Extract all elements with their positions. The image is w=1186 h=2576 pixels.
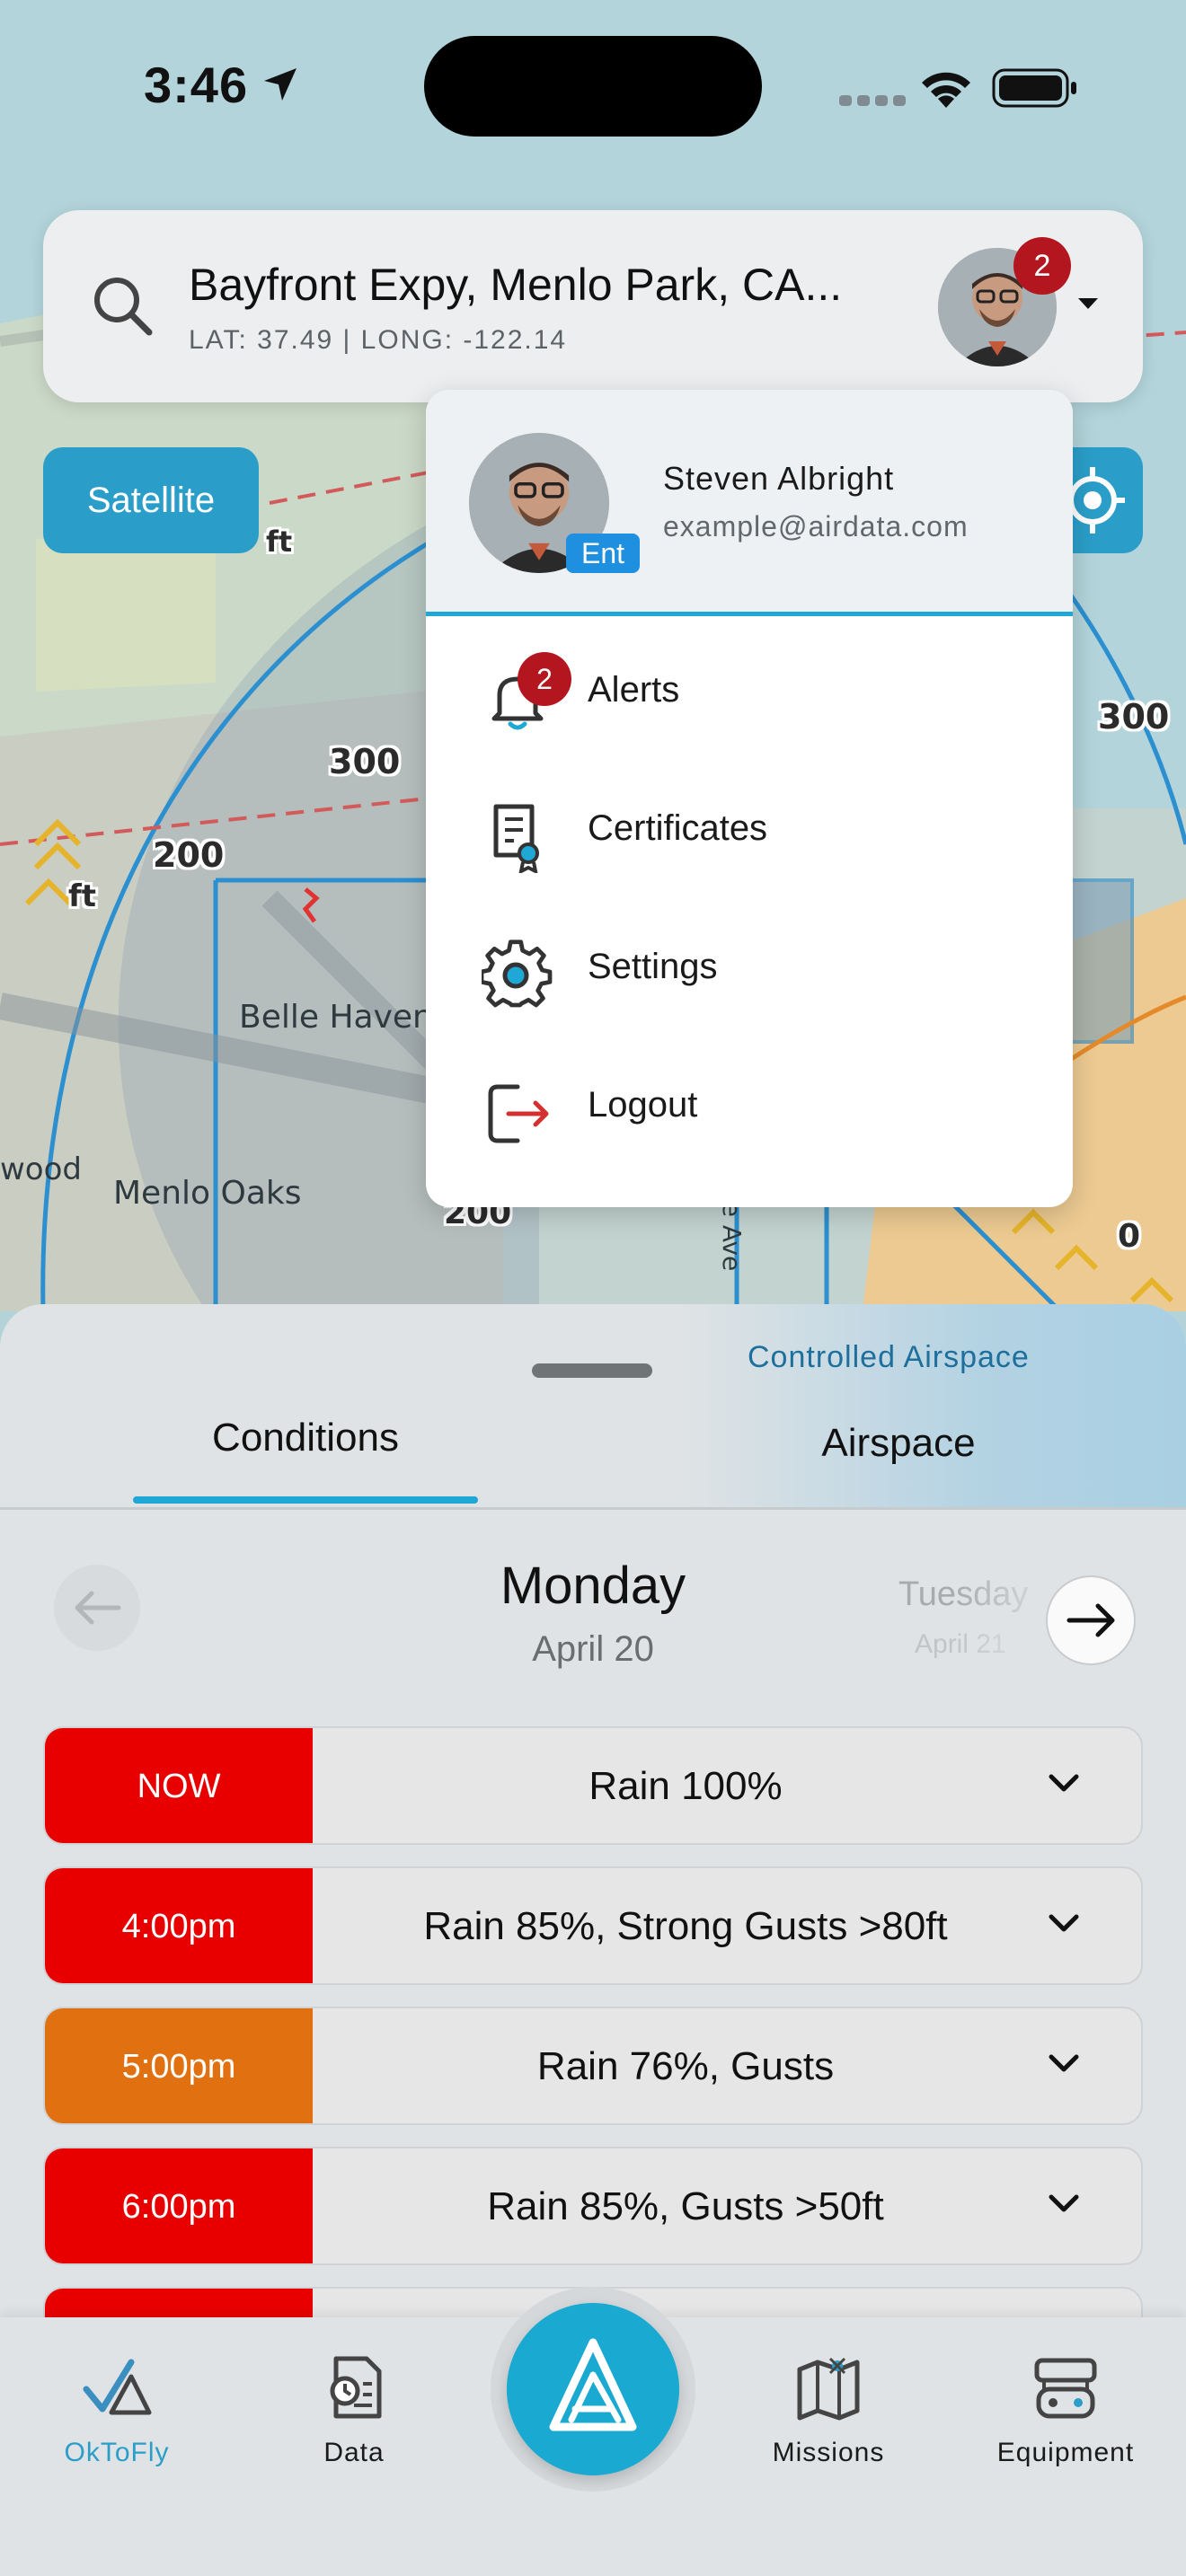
equipment-icon: [1034, 2358, 1097, 2419]
oktofly-icon: [83, 2359, 152, 2415]
altitude-label: 0: [1118, 1218, 1141, 1255]
next-day-button[interactable]: [1044, 1574, 1137, 1667]
location-arrow-icon: [264, 68, 296, 101]
condition-summary: Rain 100%: [589, 1764, 783, 1808]
missions-icon: [797, 2357, 860, 2421]
active-tab-indicator: [133, 1496, 478, 1504]
cellular-signal-icon: [839, 95, 906, 106]
nav-tab-missions[interactable]: Missions: [739, 2353, 918, 2488]
condition-row[interactable]: 5:00pm Rain 76%, Gusts: [43, 2007, 1143, 2125]
bottom-tab-bar: OkToFly Data Missions Equipment: [0, 2287, 1186, 2576]
map-street-label: e Ave: [717, 1201, 748, 1272]
nav-tab-label: OkToFly: [64, 2438, 170, 2467]
menu-item-label: Logout: [588, 1085, 698, 1125]
status-time: 3:46: [144, 57, 249, 113]
airspace-status-label: Controlled Airspace: [748, 1340, 1030, 1374]
condition-row[interactable]: 6:00pm Rain 85%, Gusts >50ft: [43, 2147, 1143, 2265]
previous-day-button[interactable]: [54, 1565, 140, 1651]
chevron-down-icon: [1049, 2054, 1079, 2072]
condition-row[interactable]: 4:00pm Rain 85%, Strong Gusts >80ft: [43, 1866, 1143, 1985]
chevron-down-icon: [1049, 2194, 1079, 2212]
dynamic-island: [424, 36, 762, 137]
nav-tab-label: Data: [323, 2438, 385, 2467]
alerts-count-badge: 2: [518, 652, 571, 706]
condition-summary: Rain 85%, Gusts >50ft: [487, 2184, 884, 2228]
nav-tab-data[interactable]: Data: [264, 2353, 444, 2488]
altitude-label: 300: [329, 742, 401, 781]
selected-day-name: Monday: [500, 1557, 686, 1615]
feet-label: ft: [266, 525, 293, 559]
selected-day-date: April 20: [532, 1629, 654, 1669]
chevron-down-icon: [1049, 1774, 1079, 1792]
airdata-logo-icon: [549, 2338, 637, 2431]
condition-time: 6:00pm: [45, 2148, 313, 2263]
condition-time: 5:00pm: [45, 2008, 313, 2123]
oktofly-action-button[interactable]: [507, 2303, 679, 2475]
sheet-drag-handle[interactable]: [532, 1363, 652, 1378]
satellite-toggle-button[interactable]: Satellite: [43, 447, 259, 553]
notification-count-badge: 2: [1013, 237, 1071, 295]
nav-tab-label: Missions: [772, 2438, 885, 2467]
altitude-label: 200: [153, 835, 225, 875]
nav-center-container: [491, 2287, 695, 2492]
wifi-icon: [922, 72, 970, 108]
menu-item-settings[interactable]: Settings: [426, 902, 1073, 1040]
logout-icon: [488, 1084, 549, 1143]
condition-time: 4:00pm: [45, 1868, 313, 1983]
status-bar: 3:46: [0, 0, 1186, 171]
user-profile-header[interactable]: Ent Steven Albright example@airdata.com: [426, 390, 1073, 616]
battery-icon: [992, 68, 1076, 108]
condition-time: NOW: [45, 1728, 313, 1843]
user-email: example@airdata.com: [663, 510, 969, 543]
menu-item-logout[interactable]: Logout: [426, 1040, 1073, 1178]
gear-icon: [482, 940, 553, 1008]
menu-item-label: Settings: [588, 947, 718, 986]
menu-item-label: Alerts: [588, 670, 680, 710]
tab-airspace[interactable]: Airspace: [719, 1421, 1078, 1466]
map-place-label: Menlo Oaks: [113, 1175, 302, 1212]
plan-badge: Ent: [566, 534, 640, 573]
tab-conditions[interactable]: Conditions: [133, 1416, 478, 1509]
nav-tab-equipment[interactable]: Equipment: [976, 2353, 1155, 2488]
search-icon[interactable]: [90, 273, 155, 338]
location-coordinates: LAT: 37.49 | LONG: -122.14: [189, 325, 568, 355]
location-search-card[interactable]: Bayfront Expy, Menlo Park, CA... LAT: 37…: [43, 210, 1143, 402]
data-icon: [330, 2356, 382, 2419]
menu-item-label: Certificates: [588, 808, 768, 848]
map-place-label: wood: [0, 1151, 82, 1187]
altitude-label: 300: [1098, 697, 1170, 737]
nav-tab-oktofly[interactable]: OkToFly: [27, 2353, 207, 2488]
map-place-label: Belle Haven: [239, 999, 433, 1036]
menu-item-certificates[interactable]: Certificates: [426, 763, 1073, 902]
user-menu-dropdown: Ent Steven Albright example@airdata.com …: [426, 390, 1073, 1207]
certificate-icon: [493, 804, 539, 873]
chevron-down-icon: [1049, 1914, 1079, 1932]
caret-down-icon[interactable]: [1076, 296, 1100, 311]
user-name: Steven Albright: [663, 460, 895, 497]
nav-tab-label: Equipment: [996, 2438, 1135, 2467]
airspace-tab-highlight: [683, 1304, 1186, 1509]
condition-summary: Rain 76%, Gusts: [536, 2044, 835, 2088]
arrow-left-icon: [75, 1591, 121, 1625]
feet-label: ft: [68, 878, 97, 914]
location-address[interactable]: Bayfront Expy, Menlo Park, CA...: [189, 259, 842, 311]
tab-divider: [0, 1507, 1186, 1510]
condition-summary: Rain 85%, Strong Gusts >80ft: [423, 1904, 948, 1948]
menu-item-alerts[interactable]: 2 Alerts: [426, 625, 1073, 763]
condition-row[interactable]: NOW Rain 100%: [43, 1726, 1143, 1845]
